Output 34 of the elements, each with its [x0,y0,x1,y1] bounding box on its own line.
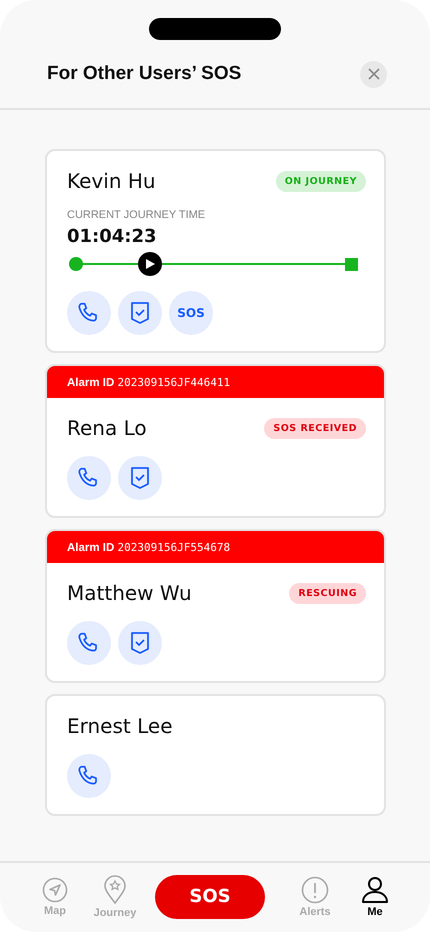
person-icon [361,876,389,904]
journey-label: CURRENT JOURNEY TIME [67,209,206,221]
call-button[interactable] [67,754,111,798]
end-marker [345,258,358,271]
close-icon [368,68,380,80]
status-badge: SOS RECEIVED [264,418,366,438]
shield-button[interactable] [118,456,162,500]
progress-thumb[interactable] [138,252,162,276]
shield-button[interactable] [118,291,162,335]
status-badge: RESCUING [289,582,366,604]
shield-check-icon [129,301,151,325]
sos-button[interactable]: SOS [155,874,265,918]
page-title: For Other Users’ SOS [47,63,242,85]
status-badge: ON JOURNEY [276,170,366,192]
call-button[interactable] [67,291,111,335]
journey-time: 01:04:23 [67,226,158,247]
alarm-id: Alarm ID 202309156JF446411 [67,376,230,388]
pin-icon [103,874,127,904]
sos-button[interactable]: SOS [169,291,213,335]
alarm-id: Alarm ID 202309156JF554678 [67,540,230,554]
user-name: Kevin Hu [67,169,156,193]
navigation-icon [42,876,68,902]
shield-check-icon [129,466,151,490]
user-name: Rena Lo [67,416,147,440]
user-name: Matthew Wu [67,581,192,605]
exclamation-icon [301,876,329,904]
nav-tab[interactable]: Me [345,876,405,918]
call-button[interactable] [67,621,111,665]
shield-check-icon [129,631,151,655]
close-button[interactable] [360,60,387,88]
start-dot [69,257,83,271]
shield-button[interactable] [118,621,162,665]
user-name: Ernest Lee [67,714,173,738]
call-button[interactable] [67,456,111,500]
